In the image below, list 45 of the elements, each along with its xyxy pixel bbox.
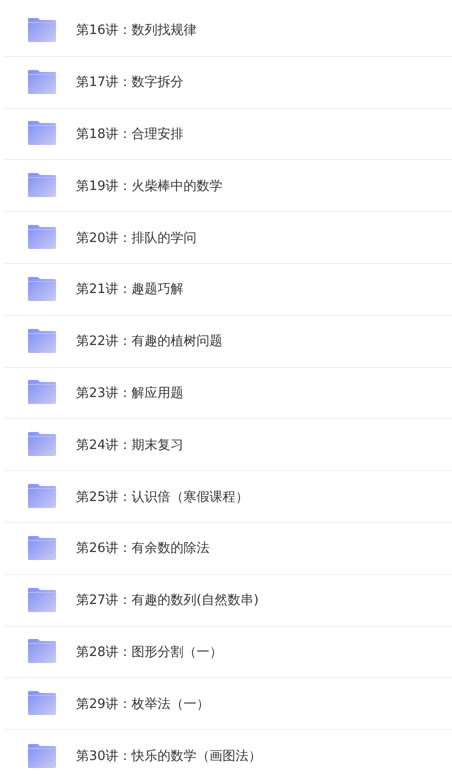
folder-row[interactable]: 第27讲：有趣的数列(自然数串) <box>4 574 452 627</box>
folder-name: 第21讲：趣题巧解 <box>76 281 184 298</box>
folder-row[interactable]: 第20讲：排队的学问 <box>4 212 452 264</box>
folder-name: 第23讲：解应用题 <box>76 384 184 402</box>
folder-name: 第22讲：有趣的植树问题 <box>76 333 223 350</box>
folder-name: 第29讲：枚举法（一） <box>76 696 210 713</box>
folder-row[interactable]: 第21讲：趣题巧解 <box>4 264 452 316</box>
folder-icon <box>28 121 56 146</box>
folder-name: 第18讲：合理安排 <box>76 126 184 143</box>
folder-icon <box>28 639 56 664</box>
folder-name: 第28讲：图形分割（一） <box>76 644 223 661</box>
folder-name: 第24讲：期末复习 <box>76 436 184 454</box>
folder-icon <box>28 432 56 456</box>
folder-row[interactable]: 第16讲：数列找规律 <box>4 5 452 57</box>
folder-icon <box>28 276 56 301</box>
folder-row[interactable]: 第28讲：图形分割（一） <box>4 626 452 678</box>
folder-icon <box>28 380 56 404</box>
folder-row[interactable]: 第30讲：快乐的数学（画图法） <box>4 730 452 782</box>
folder-icon <box>28 173 56 198</box>
folder-name: 第25讲：认识倍（寒假课程） <box>76 488 249 506</box>
folder-row[interactable]: 第25讲：认识倍（寒假课程） <box>4 471 452 523</box>
folder-name: 第20讲：排队的学问 <box>76 230 197 247</box>
folder-name: 第30讲：快乐的数学（画图法） <box>76 748 262 766</box>
folder-icon <box>28 588 56 612</box>
folder-row[interactable]: 第22讲：有趣的植树问题 <box>4 316 452 368</box>
folder-icon <box>28 70 56 94</box>
folder-name: 第27讲：有趣的数列(自然数串) <box>76 592 259 610</box>
folder-row[interactable]: 第26讲：有余数的除法 <box>4 522 452 575</box>
folder-name: 第16讲：数列找规律 <box>76 22 197 40</box>
folder-icon <box>28 536 56 560</box>
folder-icon <box>28 691 56 716</box>
folder-icon <box>28 18 56 42</box>
folder-icon <box>28 744 56 768</box>
folder-row[interactable]: 第17讲：数字拆分 <box>4 56 452 109</box>
folder-icon <box>28 328 56 353</box>
folder-row[interactable]: 第29讲：枚举法（一） <box>4 678 452 730</box>
folder-icon <box>28 484 56 508</box>
folder-icon <box>28 225 56 250</box>
folder-row[interactable]: 第19讲：火柴棒中的数学 <box>4 160 452 212</box>
folder-row[interactable]: 第18讲：合理安排 <box>4 108 452 160</box>
folder-row[interactable]: 第24讲：期末复习 <box>4 419 452 472</box>
folder-name: 第19讲：火柴棒中的数学 <box>76 178 223 195</box>
folder-name: 第26讲：有余数的除法 <box>76 540 210 558</box>
folder-name: 第17讲：数字拆分 <box>76 74 184 92</box>
folder-row[interactable]: 第23讲：解应用题 <box>4 368 452 420</box>
